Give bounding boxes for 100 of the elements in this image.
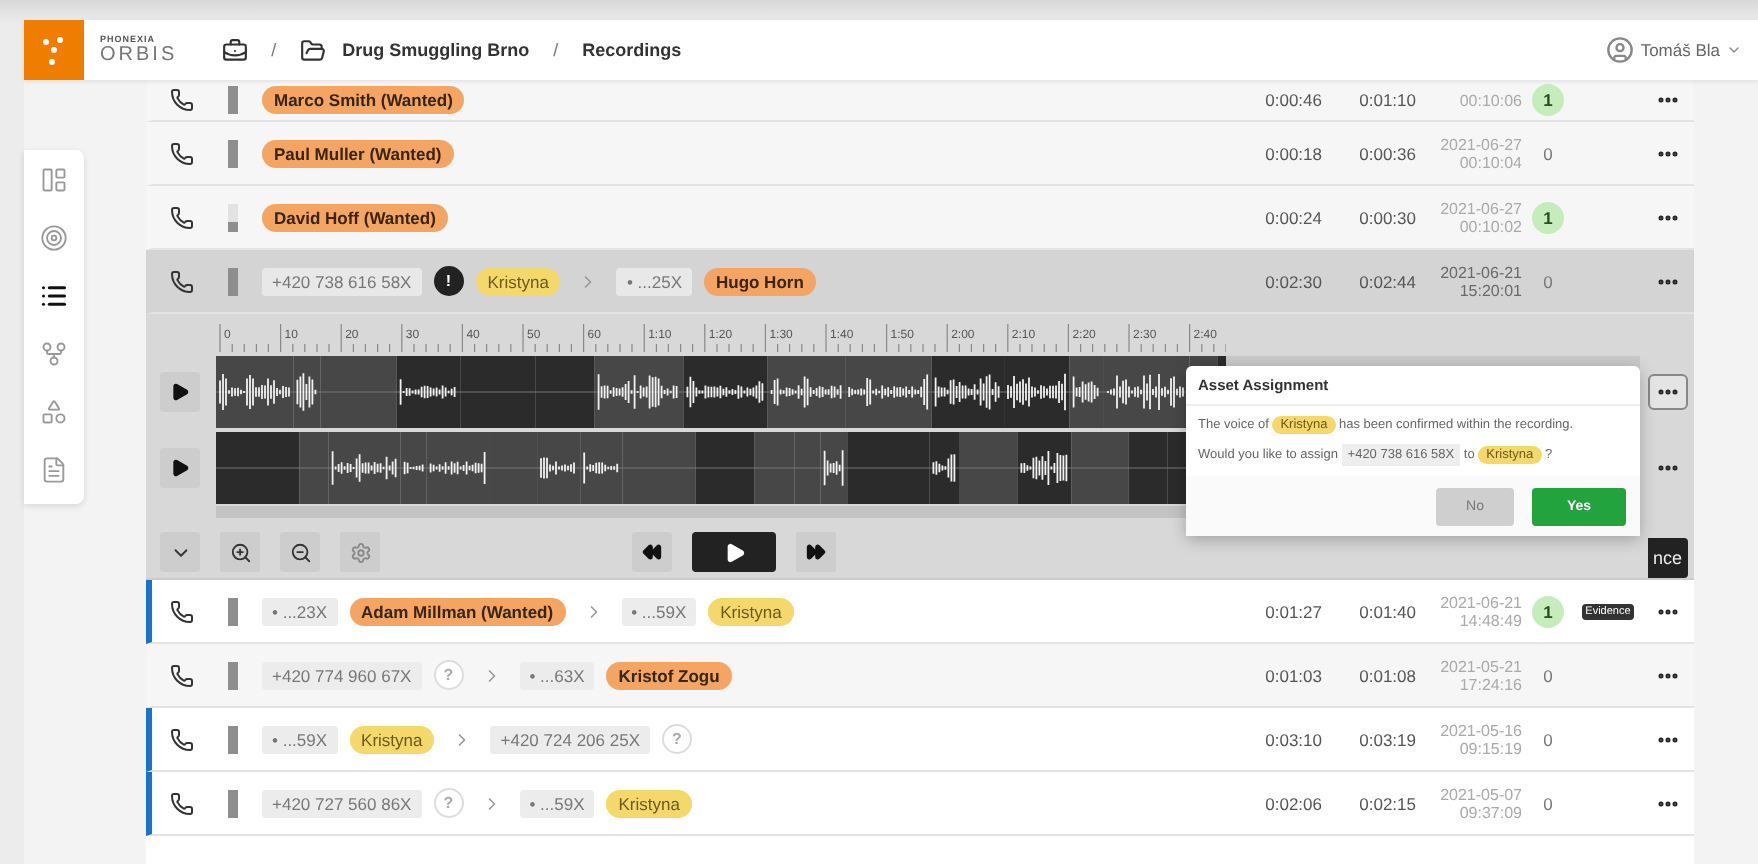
time-text: 09:37:09 <box>1459 803 1522 821</box>
zoom-out-button[interactable] <box>280 532 320 572</box>
collapse-button[interactable] <box>160 532 200 572</box>
recording-row[interactable]: Marco Smith (Wanted) 0:00:46 0:01:10 00:10:06 1 <box>146 80 1694 122</box>
time-text: 15:20:01 <box>1459 281 1522 299</box>
time-text: 17:24:16 <box>1459 675 1522 693</box>
speaker-tag[interactable]: Marco Smith (Wanted) <box>262 86 465 114</box>
play-icon <box>170 382 190 402</box>
recording-row[interactable]: +420 774 960 67X ? • ...63X Kristof Zogu 0:01:03 0:01:08 2021-05-21 17:24:16 0 <box>146 644 1694 708</box>
more-button[interactable] <box>1648 374 1688 410</box>
duration-text: 0:01:08 <box>1357 665 1416 685</box>
duration-text: 0:01:03 <box>1263 665 1322 685</box>
phone-icon <box>170 599 194 623</box>
fork-icon[interactable] <box>40 340 68 368</box>
date-text: 2021-06-27 <box>1440 199 1522 217</box>
duration-text: 0:02:06 <box>1263 793 1322 813</box>
phone-icon <box>170 727 194 751</box>
count-label: 1 <box>1532 595 1564 627</box>
target-icon[interactable] <box>40 224 68 252</box>
count-label: 0 <box>1541 663 1555 689</box>
duration-text: 0:01:40 <box>1357 601 1416 621</box>
play-button[interactable] <box>160 372 200 412</box>
phone-icon <box>170 205 194 229</box>
speaker-tag[interactable]: Adam Millman (Wanted) <box>349 597 566 625</box>
zoom-out-icon <box>289 541 311 563</box>
duration-text: 0:00:46 <box>1263 90 1322 110</box>
fast-forward-button[interactable] <box>796 532 836 572</box>
duration-text: 0:00:36 <box>1357 143 1416 163</box>
speaker-tag[interactable]: Paul Muller (Wanted) <box>262 139 454 167</box>
speaker-tag[interactable]: Kristof Zogu <box>606 661 732 689</box>
zoom-in-button[interactable] <box>220 532 260 572</box>
recording-row[interactable]: +420 727 560 86X ? • ...59X Kristyna 0:02:06 0:02:15 2021-05-07 09:37:09 0 <box>146 772 1694 836</box>
phone-number-tag: +420 724 206 25X <box>490 725 650 753</box>
duration-text: 0:02:44 <box>1357 271 1416 291</box>
duration-text: 0:03:10 <box>1263 729 1322 749</box>
breadcrumb-link[interactable]: Recordings <box>582 40 682 60</box>
duration-text: 0:02:30 <box>1263 271 1322 291</box>
speaker-tag[interactable]: David Hoff (Wanted) <box>262 203 448 231</box>
time-text: 14:48:49 <box>1459 611 1522 629</box>
date-text: 2021-05-21 <box>1440 657 1522 675</box>
date-text: 2021-06-21 <box>1440 593 1522 611</box>
user-name[interactable]: Tomáš Bla <box>1640 40 1720 60</box>
briefcase-icon[interactable] <box>221 37 248 63</box>
phone-number-tag: • ...25X <box>616 267 692 295</box>
count-label: 0 <box>1541 269 1555 295</box>
duration-text: 0:00:24 <box>1263 207 1322 227</box>
duration-text: 0:01:27 <box>1263 601 1322 621</box>
play-icon <box>170 458 190 478</box>
breadcrumb-separator: / <box>271 40 277 60</box>
logo-text: ORBIS <box>100 46 178 66</box>
shapes-icon[interactable] <box>40 398 68 426</box>
speaker-tag[interactable]: Hugo Horn <box>703 267 816 295</box>
count-label: 0 <box>1541 141 1555 167</box>
phone-number-tag: +420 774 960 67X <box>262 661 422 689</box>
count-label: 0 <box>1541 727 1555 753</box>
action-button[interactable]: nce <box>1648 538 1688 578</box>
time-text: 09:15:19 <box>1459 739 1522 757</box>
phone-icon <box>170 269 194 293</box>
settings-icon <box>349 541 371 563</box>
time-text: 00:10:04 <box>1459 153 1522 171</box>
recording-row[interactable]: David Hoff (Wanted) 0:00:24 0:00:30 2021-06-27 00:10:02 1 <box>146 186 1694 250</box>
speaker-tag[interactable]: Kristyna <box>349 725 435 753</box>
phone-number-tag: • ...23X <box>262 597 338 625</box>
count-label: 1 <box>1532 84 1564 116</box>
recording-row[interactable]: • ...59X Kristyna +420 724 206 25X ? 0:03:10 0:03:19 2021-05-16 09:15:19 0 <box>146 708 1694 772</box>
rewind-button[interactable] <box>632 532 672 572</box>
play-button[interactable] <box>160 448 200 488</box>
speaker-tag[interactable]: Kristyna <box>606 789 692 817</box>
caret-icon[interactable] <box>1726 42 1742 58</box>
time-text: 00:10:06 <box>1459 91 1522 109</box>
date-text: 2021-06-27 <box>1440 135 1522 153</box>
unknown-label: ? <box>433 788 464 818</box>
phone-number-tag: • ...59X <box>262 725 338 753</box>
speaker-tag[interactable]: Kristyna <box>475 267 561 295</box>
avatar-icon[interactable] <box>1606 36 1635 64</box>
fast-forward-icon <box>806 542 826 562</box>
phone-number-tag: +420 727 560 86X <box>262 789 422 817</box>
layout-icon[interactable] <box>40 166 68 194</box>
breadcrumb-link[interactable]: Drug Smuggling Brno <box>342 40 530 60</box>
phone-icon <box>170 663 194 687</box>
phone-number-tag: • ...59X <box>621 597 697 625</box>
list-icon[interactable] <box>40 282 68 310</box>
logo-icon[interactable] <box>24 20 84 80</box>
document-icon[interactable] <box>40 456 68 484</box>
time-text: 00:10:02 <box>1459 217 1522 235</box>
zoom-in-icon <box>229 541 251 563</box>
speaker-tag[interactable]: Kristyna <box>708 597 794 625</box>
count-label: 1 <box>1532 201 1564 233</box>
date-text: 2021-06-21 <box>1440 263 1522 281</box>
phone-number-tag: +420 738 616 58X <box>262 267 422 295</box>
play-icon <box>723 541 745 563</box>
duration-text: 0:00:30 <box>1357 207 1416 227</box>
phone-number-tag: • ...59X <box>519 789 595 817</box>
recording-row[interactable]: +420 738 616 58X ! Kristyna • ...25X Hugo Horn 0:02:30 0:02:44 2021-06-21 15:20:01 0 <box>146 250 1694 314</box>
folder-icon <box>300 37 327 63</box>
phone-icon <box>170 141 194 165</box>
duration-text: 0:00:18 <box>1263 143 1322 163</box>
recording-row[interactable]: Paul Muller (Wanted) 0:00:18 0:00:36 2021-06-27 00:10:04 0 <box>146 122 1694 186</box>
play-button[interactable] <box>692 532 776 572</box>
phone-number-tag: • ...63X <box>519 661 595 689</box>
